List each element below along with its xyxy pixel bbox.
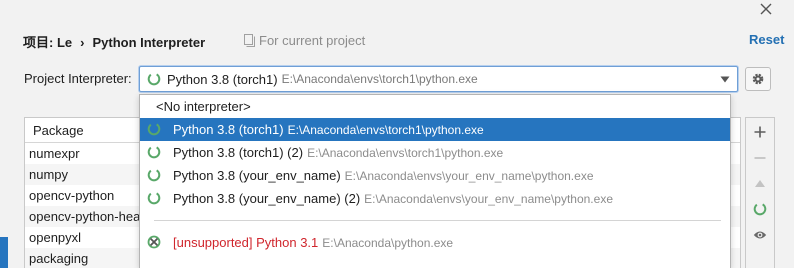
scope-label: For current project bbox=[259, 33, 366, 48]
close-icon[interactable] bbox=[759, 2, 773, 16]
interpreter-selected-name: Python 3.8 (torch1) bbox=[167, 71, 278, 87]
interpreter-label: Project Interpreter: bbox=[24, 71, 132, 86]
item-path: E:\Anaconda\envs\your_env_name\python.ex… bbox=[364, 191, 613, 206]
add-package-button[interactable] bbox=[752, 124, 768, 140]
copy-icon bbox=[244, 34, 255, 47]
sidebar-selection-indicator bbox=[0, 237, 8, 268]
settings-gear-button[interactable] bbox=[745, 67, 771, 91]
python-env-icon bbox=[147, 122, 161, 136]
dropdown-item-unsupported[interactable]: [unsupported] Python 3.1 E:\Anaconda\pyth… bbox=[140, 231, 730, 254]
python-env-icon bbox=[147, 168, 161, 182]
dropdown-item[interactable]: Python 3.8 (torch1) (2) E:\Anaconda\envs\… bbox=[140, 141, 730, 164]
python-env-icon bbox=[147, 145, 161, 159]
item-name: Python 3.8 (your_env_name) bbox=[173, 168, 341, 183]
plus-icon bbox=[754, 126, 766, 138]
dropdown-item-no-interpreter[interactable]: <No interpreter> bbox=[140, 95, 730, 118]
eye-icon bbox=[753, 231, 767, 239]
upgrade-package-button[interactable] bbox=[752, 176, 768, 192]
show-early-releases-button[interactable] bbox=[752, 227, 768, 243]
dropdown-separator bbox=[154, 220, 721, 221]
dropdown-item[interactable]: Python 3.8 (your_env_name) (2) E:\Anacond… bbox=[140, 187, 730, 210]
dropdown-item[interactable]: Python 3.8 (your_env_name) E:\Anaconda\en… bbox=[140, 164, 730, 187]
page-title: Python Interpreter bbox=[92, 35, 206, 50]
item-name: Python 3.8 (torch1) (2) bbox=[173, 145, 304, 160]
python-env-icon bbox=[147, 191, 161, 205]
minus-icon bbox=[754, 157, 766, 159]
interpreter-selected-path: E:\Anaconda\envs\torch1\python.exe bbox=[281, 72, 478, 86]
item-name: Python 3.8 (your_env_name) (2) bbox=[173, 191, 361, 206]
remove-package-button[interactable] bbox=[752, 150, 768, 166]
unsupported-icon bbox=[147, 235, 161, 249]
interpreter-combobox[interactable]: Python 3.8 (torch1) E:\Anaconda\envs\tor… bbox=[139, 66, 738, 92]
item-path: E:\Anaconda\envs\torch1\python.exe bbox=[287, 122, 484, 137]
up-arrow-icon bbox=[755, 180, 765, 187]
interpreter-dropdown-list: <No interpreter> Python 3.8 (torch1) E:\A… bbox=[139, 94, 731, 268]
dropdown-item-selected[interactable]: Python 3.8 (torch1) E:\Anaconda\envs\torc… bbox=[140, 118, 730, 141]
item-name: [unsupported] Python 3.1 bbox=[173, 235, 319, 250]
package-toolbar bbox=[745, 117, 775, 268]
item-path: E:\Anaconda\envs\torch1\python.exe bbox=[307, 145, 504, 160]
conda-toggle-button[interactable] bbox=[752, 201, 768, 217]
breadcrumb: 项目: Le › Python Interpreter bbox=[23, 32, 205, 51]
breadcrumb-project[interactable]: 项目: Le bbox=[23, 35, 72, 50]
chevron-down-icon[interactable] bbox=[720, 76, 730, 83]
item-path: E:\Anaconda\python.exe bbox=[322, 235, 454, 250]
item-name: Python 3.8 (torch1) bbox=[173, 122, 284, 137]
python-env-icon bbox=[147, 72, 161, 86]
gear-icon bbox=[752, 73, 764, 85]
item-name: <No interpreter> bbox=[156, 99, 251, 114]
item-path: E:\Anaconda\envs\your_env_name\python.ex… bbox=[344, 168, 594, 183]
scope-hint: For current project bbox=[244, 33, 365, 48]
conda-icon bbox=[753, 202, 767, 216]
breadcrumb-separator: › bbox=[80, 35, 85, 50]
reset-link[interactable]: Reset bbox=[749, 32, 784, 47]
